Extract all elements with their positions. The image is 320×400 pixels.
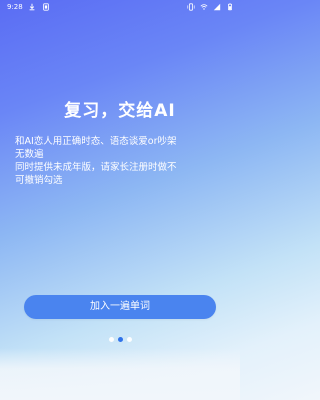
add-word-button[interactable]: 加入一遍单词 [24,295,216,319]
status-time: 9:28 [7,3,23,11]
description-line-3: 同时提供未成年版，请家长注册时做不 [15,162,177,173]
description-line-2: 无数遍 [15,149,44,160]
pagination-dot-3[interactable] [126,337,132,342]
download-icon [28,3,36,11]
status-bar: 9:28 [0,0,240,14]
vibrate-icon [187,3,195,11]
feature-description: 和AI恋人用正确时态、语态谈爱or吵架 无数遍 同时提供未成年版，请家长注册时做… [15,135,225,187]
signal-strength-icon [213,3,221,11]
signal-icon [42,3,50,11]
status-right-icons [187,3,234,11]
page-title: 复习，交给AI [64,101,176,121]
description-line-4: 可撤销勾选 [15,175,63,186]
onboarding-pagination [0,337,240,342]
description-line-1: 和AI恋人用正确时态、语态谈爱or吵架 [15,136,177,147]
pagination-dot-1[interactable] [108,337,114,342]
wifi-icon [200,3,208,11]
pagination-dot-2-active[interactable] [117,337,123,342]
status-left-icons [28,3,50,11]
bottom-surface [0,348,240,400]
battery-icon [226,3,234,11]
